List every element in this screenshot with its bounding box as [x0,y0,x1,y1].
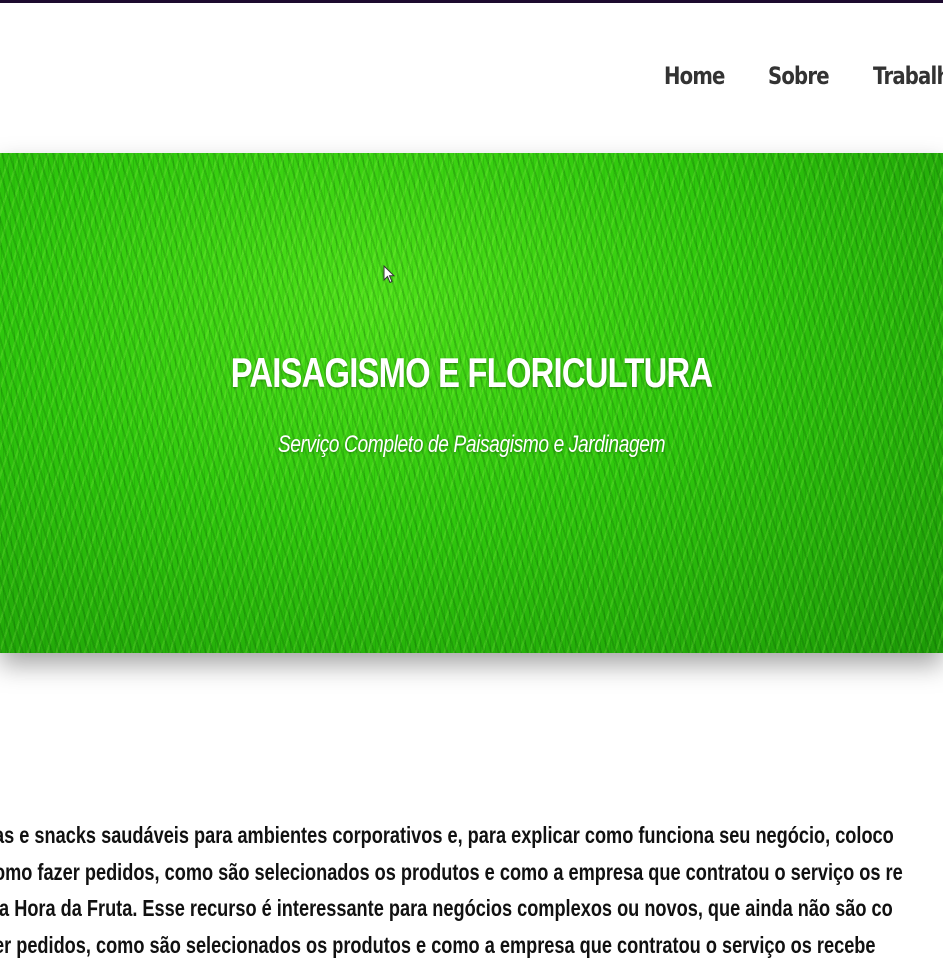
main-nav: Home Sobre Trabalh [664,62,927,90]
hero-title: PAISAGISMO E FLORICULTURA [104,349,840,397]
nav-item-trabalhos[interactable]: Trabalh [873,62,917,90]
hero-subtitle: Serviço Completo de Paisagismo e Jardina… [94,431,848,459]
paragraph-line: la Hora da Fruta. Esse recurso é interes… [0,890,943,927]
top-accent-bar [0,0,943,3]
mouse-pointer-icon [383,265,395,285]
paragraph-line: er pedidos, como são selecionados os pro… [0,927,943,963]
nav-item-sobre[interactable]: Sobre [768,62,813,90]
hero-banner: PAISAGISMO E FLORICULTURA Serviço Comple… [0,153,943,653]
paragraph-line: omo fazer pedidos, como são selecionados… [0,854,943,891]
intro-paragraph: as e snacks saudáveis para ambientes cor… [0,817,943,963]
nav-item-home[interactable]: Home [664,62,708,90]
paragraph-line: as e snacks saudáveis para ambientes cor… [0,817,943,854]
